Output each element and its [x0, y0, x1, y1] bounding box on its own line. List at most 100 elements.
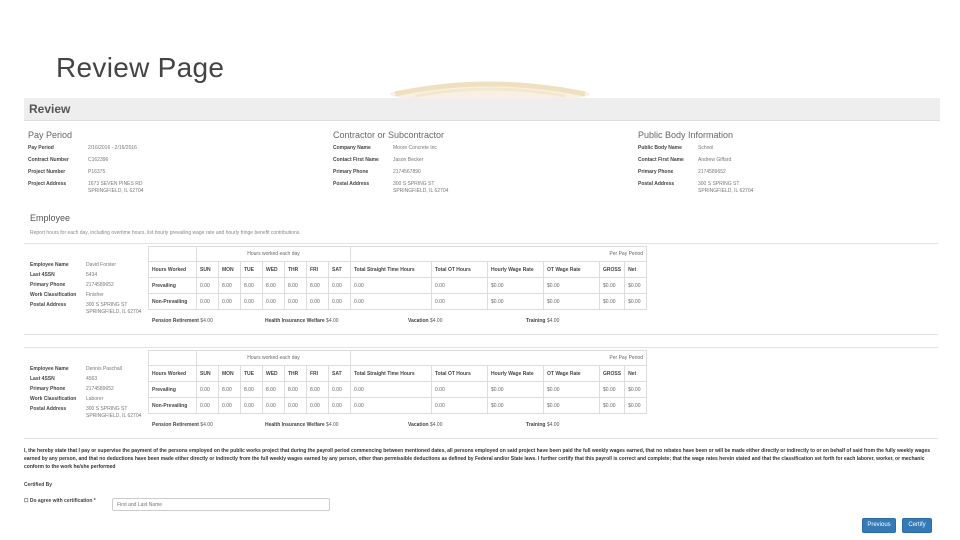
field-label: Primary Phone [30, 282, 66, 288]
table-cell: $0.00 [598, 293, 626, 310]
postal-address-row: Postal Address 300 S SPRING ST SPRINGFIELD… [638, 181, 918, 195]
employee-name-row: Employee Name Dennis Paschall [30, 366, 148, 372]
employee-classification: Finisher [86, 292, 104, 298]
certifier-name-input[interactable] [112, 498, 330, 511]
review-header: Review [24, 98, 940, 121]
employee-last4: 4563 [86, 376, 98, 382]
hours-each-day-label: Hours worked each day [196, 246, 351, 262]
row-label: Prevailing [148, 277, 197, 294]
field-value: 300 S SPRING ST SPRINGFIELD, IL 62704 [698, 181, 754, 194]
column-header: MON [218, 261, 241, 278]
table-cell: 0.00 [431, 293, 488, 310]
prevailing-row: Prevailing 0.00 8.00 8.00 8.00 8.00 8.00 0.00 0.… [148, 381, 648, 398]
certified-by-label: Certified By [24, 482, 53, 488]
table-cell: 8.00 [262, 277, 285, 294]
table-cell: 0.00 [328, 381, 351, 398]
column-header: TUE [240, 365, 263, 382]
table-cell: 8.00 [284, 277, 307, 294]
review-header-title: Review [29, 102, 71, 116]
table-cell: 0.00 [350, 381, 432, 398]
table-cell: $0.00 [624, 381, 648, 398]
vacation: Vacation $4.00 [408, 318, 443, 324]
field-value: School [698, 145, 714, 151]
table-cell: $0.00 [624, 277, 648, 294]
table-cell: 0.00 [431, 397, 488, 414]
column-header: Hours Worked [148, 365, 197, 382]
certification-text: I, the hereby state that I pay or superv… [24, 448, 931, 470]
field-value: C162396 [88, 157, 109, 163]
table-cell: 0.00 [328, 277, 351, 294]
column-header: THR [284, 365, 307, 382]
field-value: 2/16/2016 - 2/16/2016 [88, 145, 137, 151]
pension: Pension Retirement $4.00 [152, 318, 213, 324]
last4-row: Last 4SSN 5434 [30, 272, 148, 278]
postal-address-row: Postal Address 300 S SPRING ST SPRINGFIELD… [30, 302, 148, 316]
column-header: OT Wage Rate [543, 261, 600, 278]
employee-name: David Forster [86, 262, 117, 268]
table-cell: 8.00 [218, 277, 241, 294]
field-label: Pay Period [28, 145, 54, 151]
previous-button[interactable]: Previous [862, 518, 896, 533]
employee-section-title: Employee [30, 213, 71, 223]
field-label: Contract Number [28, 157, 69, 163]
field-label: Employee Name [30, 366, 69, 372]
per-pay-period-label: Per Pay Period [349, 246, 648, 262]
column-header: THR [284, 261, 307, 278]
contractor-title: Contractor or Subcontractor [333, 130, 445, 140]
contractor-section: Contractor or Subcontractor Company Name… [333, 130, 613, 201]
row-label: Non-Prevailing [148, 293, 197, 310]
table-cell: 0.00 [306, 293, 329, 310]
field-value: 2174589652 [698, 169, 726, 175]
pay-period-section: Pay Period Pay Period 2/16/2016 - 2/16/20… [28, 130, 308, 201]
hours-each-day-label: Hours worked each day [196, 350, 351, 366]
column-header: FRI [306, 261, 329, 278]
training: Training $4.00 [526, 422, 560, 428]
field-label: Project Address [28, 181, 67, 187]
public-body-title: Public Body Information [638, 130, 734, 140]
column-header: GROSS [598, 365, 626, 382]
column-header: GROSS [598, 261, 626, 278]
field-label: Last 4SSN [30, 272, 55, 278]
table-cell: 0.00 [240, 397, 263, 414]
row-label: Prevailing [148, 381, 197, 398]
primary-phone-row: Primary Phone 2174589652 [638, 169, 918, 175]
table-cell: $0.00 [543, 293, 600, 310]
table-cell: 0.00 [218, 397, 241, 414]
last4-row: Last 4SSN 4563 [30, 376, 148, 382]
table-cell: $0.00 [624, 397, 648, 414]
table-cell: 0.00 [196, 397, 219, 414]
field-value: Andrew Giffard [698, 157, 732, 163]
table-cell: 0.00 [328, 397, 351, 414]
employee-phone: 2174589652 [86, 386, 114, 392]
employee-name: Dennis Paschall [86, 366, 122, 372]
employee-last4: 5434 [86, 272, 98, 278]
row-label: Non-Prevailing [148, 397, 197, 414]
column-header: Net [624, 365, 648, 382]
field-value: Moore Concrete Inc [393, 145, 437, 151]
contact-name-row: Contact First Name Andrew Giffard [638, 157, 918, 163]
prevailing-row: Prevailing 0.00 8.00 8.00 8.00 8.00 8.00 0.00 0.… [148, 277, 648, 294]
table-cell: 0.00 [328, 293, 351, 310]
column-header: Total Straight Time Hours [350, 365, 432, 382]
table-cell [148, 246, 197, 262]
table-cell: 8.00 [240, 277, 263, 294]
certify-button[interactable]: Certify [902, 518, 932, 533]
column-header: Hourly Wage Rate [487, 365, 544, 382]
slide-title: Review Page [56, 52, 225, 83]
table-cell: $0.00 [543, 381, 600, 398]
employee-block: Employee Name Dennis Paschall Last 4SSN 45… [24, 347, 938, 439]
employee-name-row: Employee Name David Forster [30, 262, 148, 268]
phone-row: Primary Phone 2174589652 [30, 282, 148, 288]
agree-certification-checkbox[interactable]: ☐ Do agree with certification * [24, 498, 96, 504]
contact-name-row: Contact First Name Jason Becker [333, 157, 613, 163]
vacation: Vacation $4.00 [408, 422, 443, 428]
column-header: SUN [196, 261, 219, 278]
table-cell [148, 350, 197, 366]
table-cell: 8.00 [240, 381, 263, 398]
per-pay-period-label: Per Pay Period [349, 350, 648, 366]
table-cell: $0.00 [598, 381, 626, 398]
project-number-row: Project Number P16375 [28, 169, 308, 175]
field-label: Primary Phone [638, 169, 674, 175]
table-cell: 0.00 [196, 277, 219, 294]
pay-period-title: Pay Period [28, 130, 73, 140]
